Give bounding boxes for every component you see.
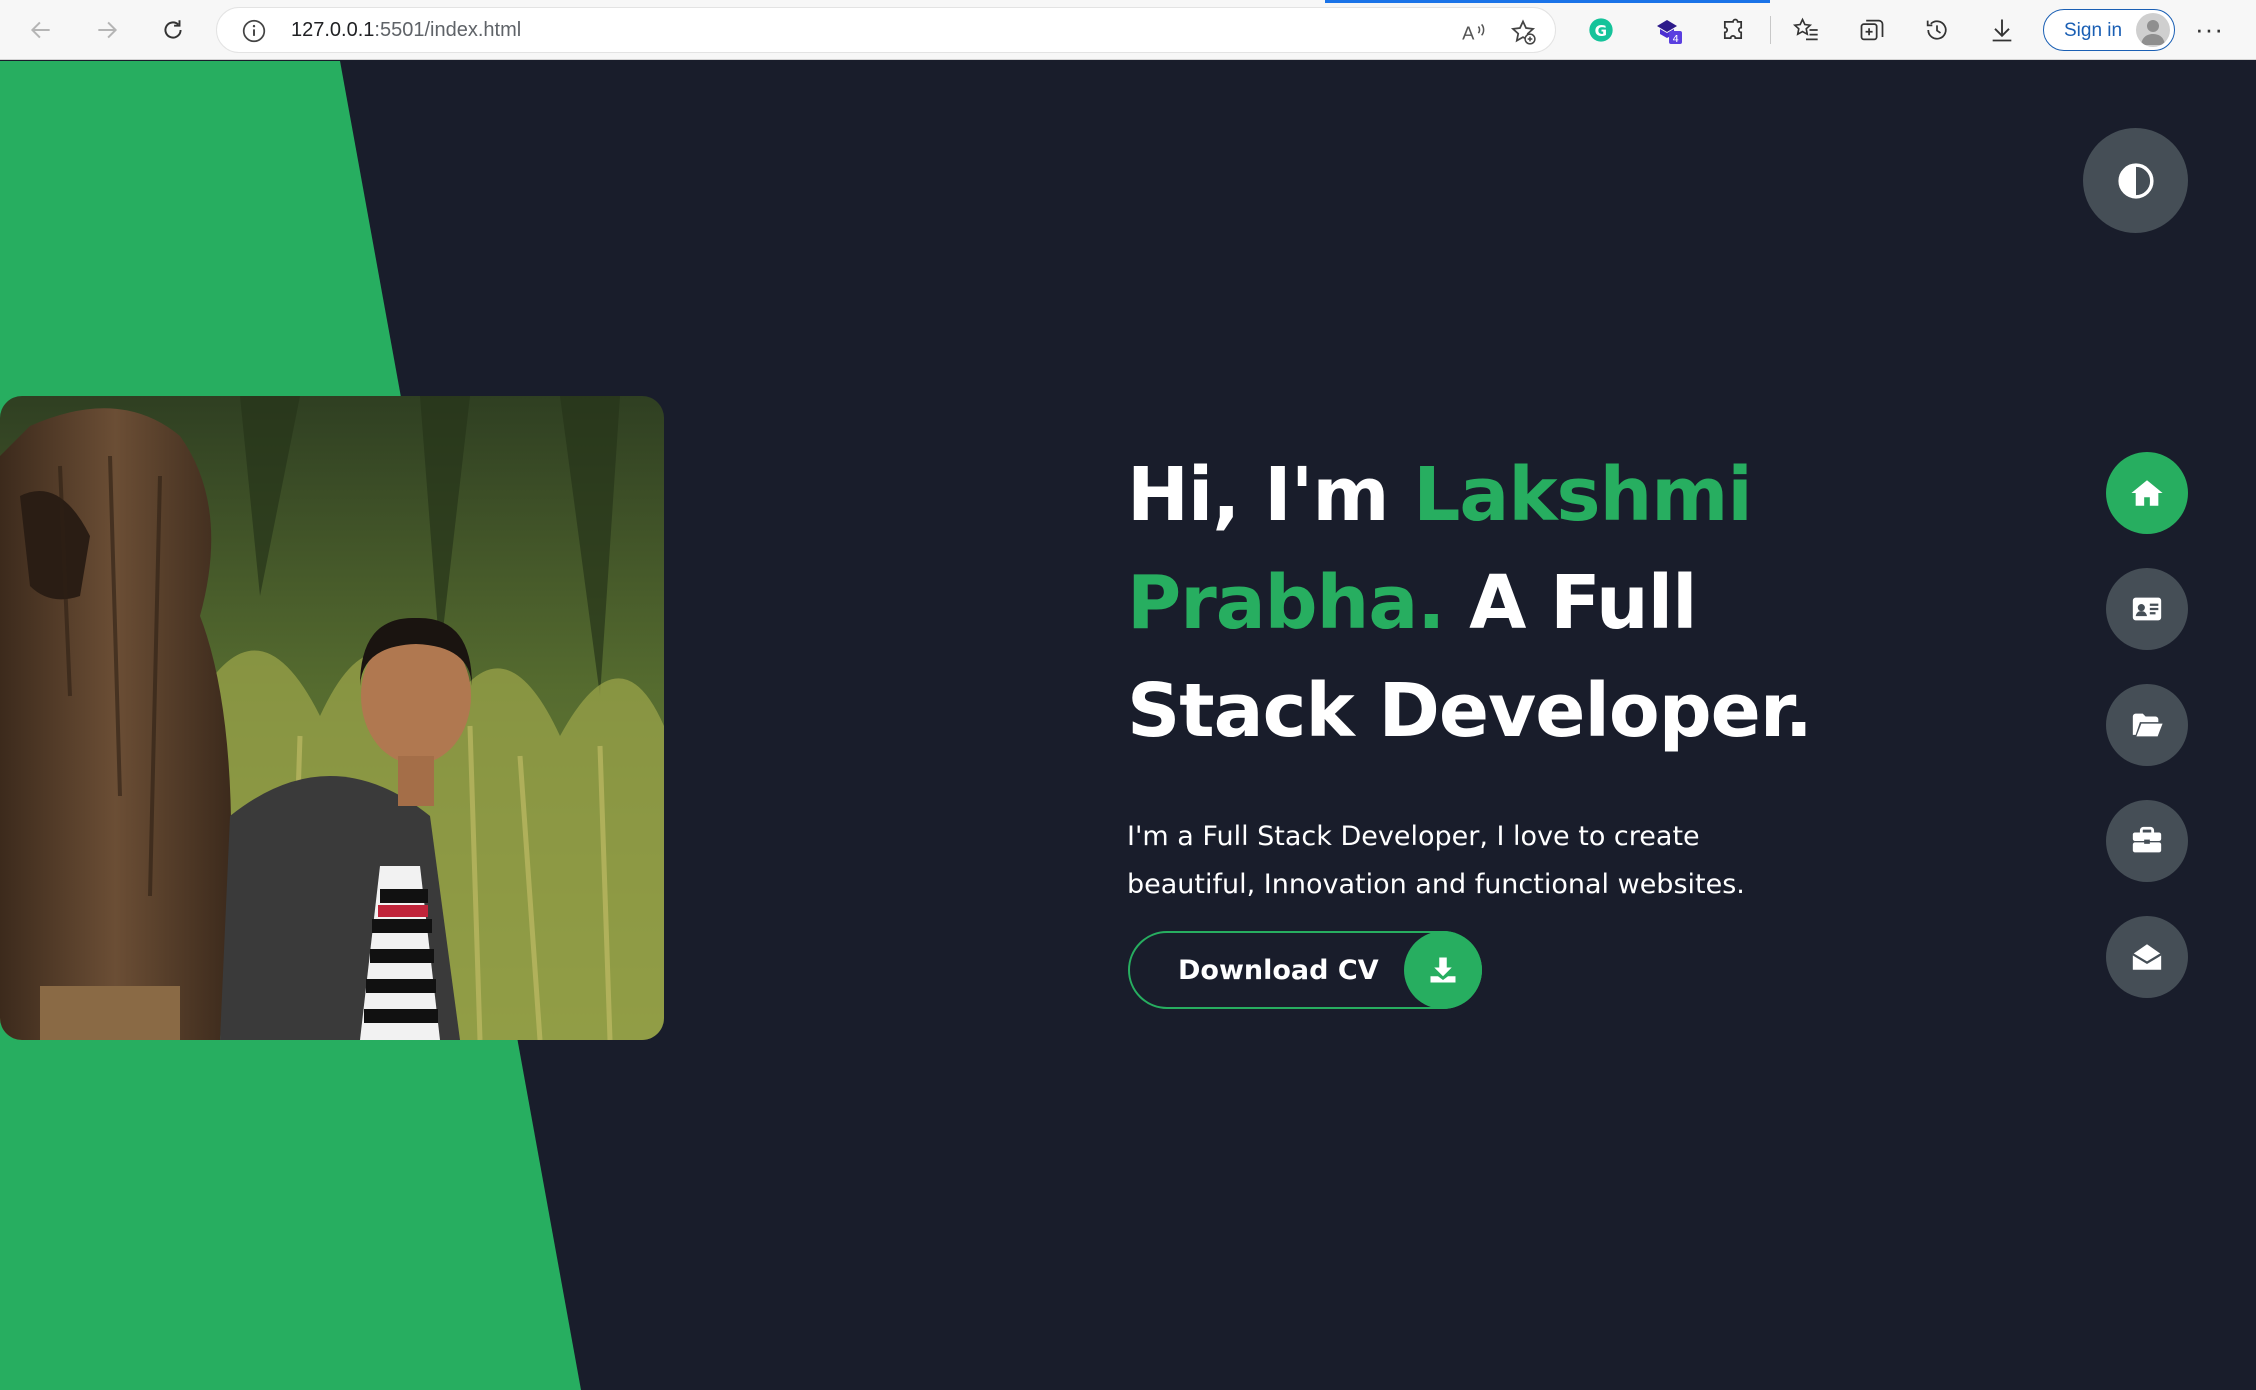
extension-badge-icon: 4 — [1657, 20, 1682, 44]
back-button[interactable] — [22, 11, 60, 49]
briefcase-icon — [2132, 826, 2162, 853]
envelope-open-icon — [2132, 944, 2162, 970]
portfolio-page: Hi, I'm Lakshmi Prabha. A Full Stack Dev… — [0, 61, 2256, 1390]
nav-control-about[interactable] — [2106, 568, 2188, 650]
home-icon — [2131, 480, 2163, 506]
address-bar[interactable]: 127.0.0.1:5501/index.html A — [216, 7, 1556, 53]
hero-description: I'm a Full Stack Developer, I love to cr… — [1127, 821, 1745, 900]
theme-toggle-button[interactable] — [2083, 128, 2188, 233]
nav-control-portfolio[interactable] — [2106, 684, 2188, 766]
favorites-icon — [1792, 17, 1818, 41]
nav-control-experience[interactable] — [2106, 800, 2188, 882]
url-host: 127.0.0.1 — [291, 19, 375, 41]
favorites-button[interactable] — [1789, 13, 1823, 47]
grammarly-button[interactable]: G — [1584, 13, 1618, 47]
nav-control-home[interactable] — [2106, 452, 2188, 534]
download-icon — [1430, 957, 1456, 983]
history-button[interactable] — [1920, 13, 1954, 47]
forward-button[interactable] — [88, 11, 126, 49]
forward-icon — [98, 21, 118, 39]
extension-badge-count: 4 — [1673, 34, 1679, 44]
hero-greeting: Hi, I'm — [1127, 452, 1414, 538]
hero-heading: Hi, I'm Lakshmi Prabha. A Full Stack Dev… — [1127, 441, 1927, 765]
profile-avatar-icon — [2136, 13, 2170, 47]
download-cv-icon-circle — [1404, 931, 1482, 1009]
more-icon[interactable]: ··· — [2195, 14, 2224, 45]
download-cv-button[interactable]: Download CV — [1128, 931, 1482, 1009]
back-icon — [30, 21, 50, 39]
grammarly-icon: G — [1589, 18, 1613, 42]
nav-control-contact[interactable] — [2106, 916, 2188, 998]
info-icon[interactable] — [241, 18, 267, 44]
refresh-icon — [164, 20, 182, 39]
collections-button[interactable] — [1855, 13, 1889, 47]
extensions-button[interactable] — [1716, 13, 1750, 47]
extensions-icon — [1723, 18, 1743, 40]
downloads-button[interactable] — [1985, 13, 2019, 47]
refresh-button[interactable] — [154, 11, 192, 49]
read-aloud-icon[interactable]: A — [1461, 19, 1487, 45]
history-icon — [1926, 20, 1947, 40]
folder-open-icon — [2132, 713, 2163, 737]
sign-in-button[interactable]: Sign in — [2043, 9, 2175, 51]
tab-indicator — [1325, 0, 1770, 3]
hero-section: Hi, I'm Lakshmi Prabha. A Full Stack Dev… — [1127, 441, 1927, 909]
profile-photo — [0, 396, 664, 1040]
toolbar-separator — [1770, 16, 1771, 44]
id-card-icon — [2132, 597, 2162, 621]
url-path: :5501/index.html — [374, 19, 522, 41]
download-icon — [1992, 19, 2012, 42]
browser-toolbar: 127.0.0.1:5501/index.html A G 4 Sign in … — [0, 0, 2256, 60]
svg-text:G: G — [1595, 22, 1607, 40]
contrast-icon — [2117, 162, 2154, 199]
url-text[interactable]: 127.0.0.1:5501/index.html — [291, 19, 521, 42]
svg-text:A: A — [1462, 23, 1475, 44]
sign-in-label: Sign in — [2064, 20, 2123, 41]
extension-badge-button[interactable]: 4 — [1651, 13, 1685, 47]
collections-icon — [1860, 19, 1884, 41]
favorite-add-icon[interactable] — [1509, 18, 1537, 46]
download-cv-label: Download CV — [1178, 955, 1379, 986]
